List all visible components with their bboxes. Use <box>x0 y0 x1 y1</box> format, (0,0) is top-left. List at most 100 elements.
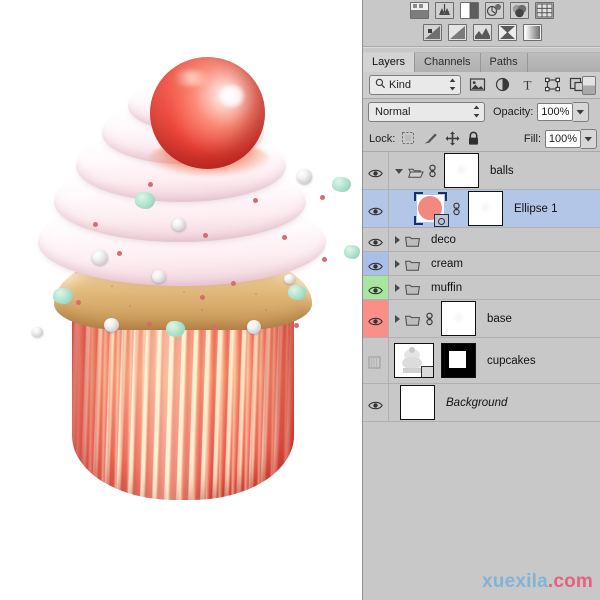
eye-icon <box>368 235 383 246</box>
chevron-updown-icon[interactable] <box>449 78 456 91</box>
hue-saturation-icon[interactable] <box>535 2 554 19</box>
lock-transparent-pixels-icon[interactable] <box>401 131 417 147</box>
layer-row-muffin[interactable]: muffin <box>363 276 600 300</box>
layer-mask-thumbnail[interactable] <box>444 153 479 188</box>
layer-row-base[interactable]: base <box>363 300 600 338</box>
layer-visibility-toggle[interactable] <box>363 384 389 421</box>
layers-panel: Layers Channels Paths Kind T Normal Opac… <box>362 0 600 600</box>
layer-visibility-toggle[interactable] <box>363 252 389 275</box>
tab-channels[interactable]: Channels <box>415 53 481 72</box>
chevron-right-icon[interactable] <box>395 314 400 323</box>
tab-layers[interactable]: Layers <box>363 52 416 72</box>
channel-mixer-icon[interactable] <box>497 24 517 41</box>
folder-icon <box>405 258 420 271</box>
pink-sprinkle <box>203 233 208 238</box>
eye-icon <box>368 259 383 270</box>
tabbar-filler <box>527 53 600 72</box>
shape-layer-thumbnail[interactable] <box>414 192 449 227</box>
pink-sprinkle <box>117 251 122 256</box>
pixel-filter-icon[interactable] <box>469 77 486 94</box>
fill-input[interactable]: 100% <box>545 129 581 148</box>
layer-filter-bar: Kind T <box>363 72 600 99</box>
cherry-sphere <box>150 57 265 169</box>
chevron-right-icon[interactable] <box>395 283 400 292</box>
link-icon[interactable] <box>452 202 461 216</box>
pink-sprinkle <box>320 195 325 200</box>
linked-smart-badge <box>421 366 433 377</box>
layer-row-background[interactable]: Background <box>363 384 600 422</box>
folder-icon <box>408 165 424 178</box>
chevron-down-icon[interactable] <box>395 169 403 174</box>
layer-name: Background <box>446 396 508 409</box>
pink-sprinkle <box>282 235 287 240</box>
layer-mask-thumbnail[interactable] <box>468 191 503 226</box>
pearl-bead <box>92 250 108 265</box>
lock-all-icon[interactable] <box>467 131 483 147</box>
adjustments-row-1 <box>363 0 600 21</box>
vibrance-icon[interactable] <box>510 2 529 19</box>
exposure-icon[interactable] <box>485 2 504 19</box>
eye-hidden-icon <box>368 356 383 368</box>
chevron-right-icon[interactable] <box>395 235 400 244</box>
layer-name: balls <box>490 164 514 177</box>
layer-visibility-toggle[interactable] <box>363 228 389 251</box>
layer-name: cupcakes <box>487 354 536 367</box>
filter-kind-select[interactable]: Kind <box>369 75 461 95</box>
color-balance-icon[interactable] <box>422 24 442 41</box>
levels-icon[interactable] <box>435 2 454 19</box>
document-canvas[interactable] <box>0 0 362 600</box>
layer-mask-thumbnail[interactable] <box>441 301 476 336</box>
chevron-right-icon[interactable] <box>395 259 400 268</box>
filter-enable-toggle[interactable] <box>582 75 596 95</box>
layer-row-deco[interactable]: deco <box>363 228 600 252</box>
mint-sprinkle <box>344 245 360 259</box>
layer-visibility-toggle[interactable] <box>363 338 389 383</box>
curves-icon[interactable] <box>460 2 479 19</box>
layer-name: cream <box>431 257 463 270</box>
layer-visibility-toggle[interactable] <box>363 300 389 337</box>
search-icon <box>375 78 386 92</box>
photo-filter-icon[interactable] <box>472 24 492 41</box>
tab-paths[interactable]: Paths <box>480 53 528 72</box>
layer-visibility-toggle[interactable] <box>363 276 389 299</box>
link-icon[interactable] <box>425 312 434 326</box>
pearl-bead <box>152 270 166 283</box>
eye-icon <box>368 314 383 325</box>
layer-visibility-toggle[interactable] <box>363 152 389 189</box>
adjustment-filter-icon[interactable] <box>494 77 511 94</box>
blend-mode-select[interactable]: Normal <box>368 101 485 122</box>
layer-row-ellipse-1[interactable]: Ellipse 1 <box>363 190 600 228</box>
folder-icon <box>405 313 420 326</box>
layer-row-cream[interactable]: cream <box>363 252 600 276</box>
shape-filter-icon[interactable] <box>544 77 561 94</box>
opacity-input[interactable]: 100% <box>537 102 574 121</box>
chevron-updown-icon[interactable] <box>473 105 480 121</box>
mint-sprinkle <box>53 288 73 304</box>
cherry-specular-highlight <box>216 83 247 108</box>
layer-mask-thumbnail[interactable] <box>441 343 476 378</box>
link-icon[interactable] <box>428 164 437 178</box>
mask-preview <box>452 311 465 324</box>
type-filter-icon[interactable]: T <box>519 77 536 94</box>
pink-sprinkle <box>93 222 98 227</box>
lock-row: Lock: Fill: 100% <box>363 126 600 152</box>
lock-image-pixels-icon[interactable] <box>423 131 439 147</box>
opacity-dropdown-arrow[interactable] <box>573 101 590 122</box>
layer-thumbnail[interactable] <box>394 343 434 378</box>
color-lookup-icon[interactable] <box>522 24 542 41</box>
black-white-icon[interactable] <box>447 24 467 41</box>
brightness-contrast-icon[interactable] <box>410 2 429 19</box>
fill-label: Fill: <box>523 132 541 145</box>
layer-visibility-toggle[interactable] <box>363 190 389 227</box>
layer-name: Ellipse 1 <box>514 202 558 215</box>
fill-dropdown-arrow[interactable] <box>581 128 597 149</box>
lock-position-icon[interactable] <box>445 131 461 147</box>
layer-list[interactable]: balls Ellipse 1 deco cream muffin base cupcake… <box>363 152 600 422</box>
pearl-bead <box>284 274 295 284</box>
layer-row-balls[interactable]: balls <box>363 152 600 190</box>
mint-sprinkle <box>166 321 185 337</box>
layer-row-cupcakes[interactable]: cupcakes <box>363 338 600 384</box>
selection-handle <box>438 192 447 201</box>
layer-thumbnail[interactable] <box>400 385 435 420</box>
pearl-bead <box>297 169 312 184</box>
